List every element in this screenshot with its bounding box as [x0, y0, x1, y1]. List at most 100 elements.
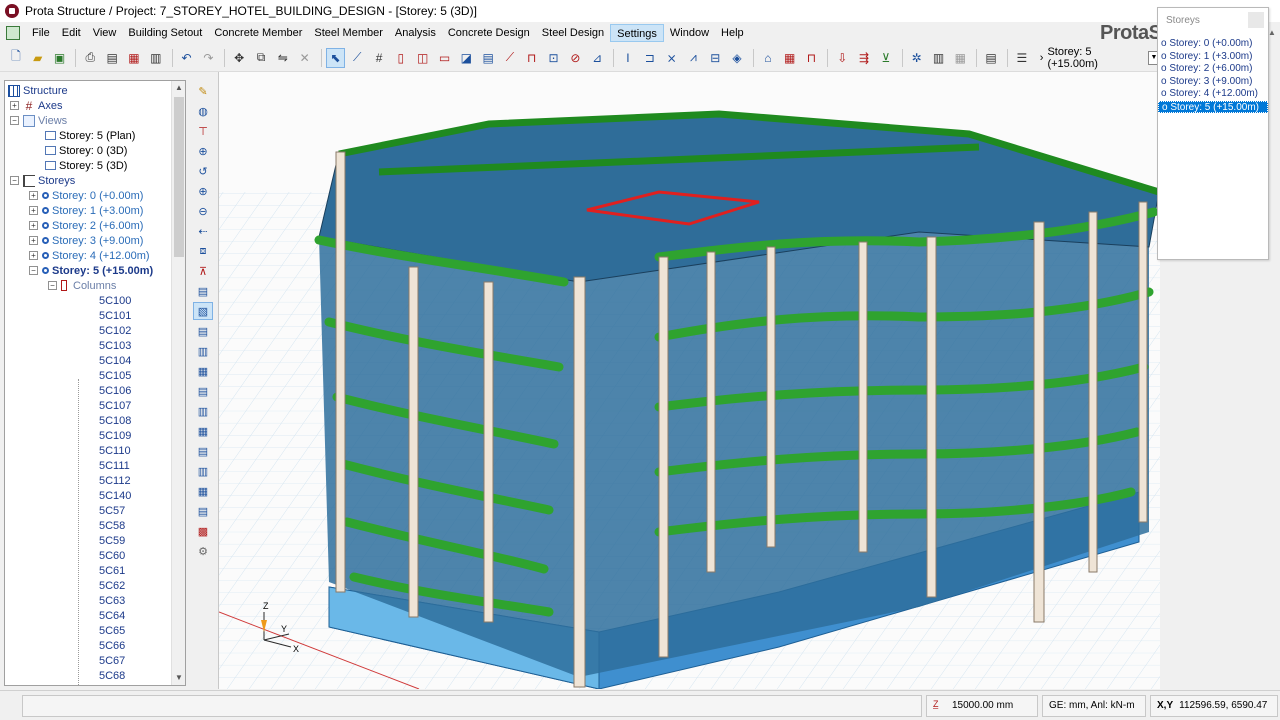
- tree-node-views[interactable]: − Views: [5, 113, 173, 128]
- tree-node-column[interactable]: 5C100: [5, 293, 173, 308]
- menu-steel-member[interactable]: Steel Member: [308, 24, 388, 42]
- tree-node-column[interactable]: 5C66: [5, 638, 173, 653]
- filter-icon[interactable]: ▤: [193, 282, 213, 300]
- tree-node-column[interactable]: 5C111: [5, 458, 173, 473]
- menu-help[interactable]: Help: [715, 24, 750, 42]
- tree-node-storey[interactable]: + Storey: 3 (+9.00m): [5, 233, 173, 248]
- tree-node-column[interactable]: 5C59: [5, 533, 173, 548]
- ribbed-slab-icon[interactable]: ▤: [478, 48, 498, 68]
- render-mode-icon[interactable]: ▩: [193, 522, 213, 540]
- menu-concrete-design[interactable]: Concrete Design: [442, 24, 536, 42]
- scroll-up-icon[interactable]: ▲: [172, 81, 185, 95]
- storey-list-icon[interactable]: ☰: [1012, 48, 1032, 68]
- menu-concrete-member[interactable]: Concrete Member: [208, 24, 308, 42]
- load-icon[interactable]: ⇩: [832, 48, 852, 68]
- tree-node-axes[interactable]: + # Axes: [5, 98, 173, 113]
- tree-node-storey-current[interactable]: − Storey: 5 (+15.00m): [5, 263, 173, 278]
- tree-node-column[interactable]: 5C109: [5, 428, 173, 443]
- tree-node-storey[interactable]: + Storey: 0 (+0.00m): [5, 188, 173, 203]
- tree-node-view[interactable]: Storey: 0 (3D): [5, 143, 173, 158]
- scroll-down-icon[interactable]: ▼: [172, 671, 185, 685]
- display-beams-icon[interactable]: ▤: [193, 322, 213, 340]
- tree-node-column[interactable]: 5C102: [5, 323, 173, 338]
- rotate-icon[interactable]: ↺: [193, 162, 213, 180]
- new-file-icon[interactable]: 🗋: [6, 48, 26, 68]
- table-icon[interactable]: ▦: [124, 48, 144, 68]
- section-icon[interactable]: ⊼: [193, 262, 213, 280]
- zoom-in-icon[interactable]: ⊕: [193, 182, 213, 200]
- collapse-icon[interactable]: −: [48, 281, 57, 290]
- display-axes-icon[interactable]: ▥: [193, 462, 213, 480]
- support-icon[interactable]: ⊻: [876, 48, 896, 68]
- print-icon[interactable]: ⎙: [80, 48, 100, 68]
- tree-node-column[interactable]: 5C63: [5, 593, 173, 608]
- redo-icon[interactable]: ↷: [198, 48, 218, 68]
- frame-icon[interactable]: ▦: [780, 48, 800, 68]
- collapse-icon[interactable]: −: [10, 176, 19, 185]
- display-walls-icon[interactable]: ▤: [193, 382, 213, 400]
- tree-node-column[interactable]: 5C110: [5, 443, 173, 458]
- open-folder-icon[interactable]: ▰: [28, 48, 48, 68]
- select-pointer-icon[interactable]: ⬉: [325, 47, 346, 68]
- storey-popup-item[interactable]: o Storey: 2 (+6.00m): [1158, 63, 1268, 76]
- tree-node-view[interactable]: Storey: 5 (3D): [5, 158, 173, 173]
- portal-icon[interactable]: ⊓: [802, 48, 822, 68]
- display-columns-icon[interactable]: ▥: [193, 342, 213, 360]
- beam-icon[interactable]: ▭: [435, 48, 455, 68]
- menu-settings[interactable]: Settings: [610, 23, 664, 42]
- steel-beam-icon[interactable]: ⊐: [640, 48, 660, 68]
- properties-icon[interactable]: ▤: [981, 48, 1001, 68]
- zoom-out-icon[interactable]: ⊖: [193, 202, 213, 220]
- dimension-icon[interactable]: ⊿: [587, 48, 607, 68]
- delete-icon[interactable]: ✕: [295, 48, 315, 68]
- tree-node-column[interactable]: 5C61: [5, 563, 173, 578]
- storey-popup[interactable]: Storeys o Storey: 0 (+0.00m) o Storey: 1…: [1157, 7, 1269, 260]
- expand-icon[interactable]: +: [29, 206, 38, 215]
- close-icon[interactable]: [1248, 12, 1264, 28]
- menu-file[interactable]: File: [26, 24, 56, 42]
- menu-steel-design[interactable]: Steel Design: [536, 24, 610, 42]
- tree-node-storey[interactable]: + Storey: 2 (+6.00m): [5, 218, 173, 233]
- axis-toggle-icon[interactable]: ⊤: [193, 122, 213, 140]
- menu-window[interactable]: Window: [664, 24, 715, 42]
- expand-icon[interactable]: +: [29, 191, 38, 200]
- column-icon[interactable]: ▯: [391, 48, 411, 68]
- menu-analysis[interactable]: Analysis: [389, 24, 442, 42]
- tree-node-view[interactable]: Storey: 5 (Plan): [5, 128, 173, 143]
- table-view-icon[interactable]: ▥: [929, 48, 949, 68]
- wall-icon[interactable]: ◫: [413, 48, 433, 68]
- storey-popup-item-selected[interactable]: o Storey: 5 (+15.00m): [1158, 100, 1268, 113]
- tree-node-column[interactable]: 5C112: [5, 473, 173, 488]
- pencil-icon[interactable]: ✎: [193, 82, 213, 100]
- tree-node-column[interactable]: 5C67: [5, 653, 173, 668]
- tree-scrollbar[interactable]: ▲ ▼: [171, 81, 185, 685]
- grid-view-icon[interactable]: ▦: [950, 48, 970, 68]
- load-case-icon[interactable]: ⇶: [854, 48, 874, 68]
- undo-icon[interactable]: ↶: [177, 48, 197, 68]
- tree-node-column[interactable]: 5C106: [5, 383, 173, 398]
- display-slabs-icon[interactable]: ▦: [193, 362, 213, 380]
- tree-node-storey[interactable]: + Storey: 1 (+3.00m): [5, 203, 173, 218]
- pan-icon[interactable]: ⇠: [193, 222, 213, 240]
- mirror-icon[interactable]: ⇋: [273, 48, 293, 68]
- print-preview-icon[interactable]: ▤: [102, 48, 122, 68]
- roof-icon[interactable]: ⌂: [758, 48, 778, 68]
- building-3d-model[interactable]: Z Y X: [219, 72, 1160, 689]
- display-foundations-icon[interactable]: ▦: [193, 422, 213, 440]
- menu-building-setout[interactable]: Building Setout: [122, 24, 208, 42]
- stair-icon[interactable]: ⟋: [500, 48, 520, 68]
- expand-icon[interactable]: +: [10, 101, 19, 110]
- storey-popup-item[interactable]: o Storey: 0 (+0.00m): [1158, 38, 1268, 51]
- storey-selector[interactable]: › Storey: 5 (+15.00m) ▼: [1040, 46, 1160, 70]
- save-icon[interactable]: ▣: [50, 48, 70, 68]
- tree-node-column[interactable]: 5C105: [5, 368, 173, 383]
- move-icon[interactable]: ✥: [229, 48, 249, 68]
- display-dims-icon[interactable]: ▦: [193, 482, 213, 500]
- storey-popup-item[interactable]: o Storey: 4 (+12.00m): [1158, 88, 1268, 101]
- expand-icon[interactable]: +: [29, 251, 38, 260]
- hole-icon[interactable]: ⊘: [565, 48, 585, 68]
- display-labels-icon[interactable]: ▤: [193, 442, 213, 460]
- settings-icon[interactable]: ⚙: [193, 542, 213, 560]
- expand-icon[interactable]: +: [29, 236, 38, 245]
- tree-node-column[interactable]: 5C101: [5, 308, 173, 323]
